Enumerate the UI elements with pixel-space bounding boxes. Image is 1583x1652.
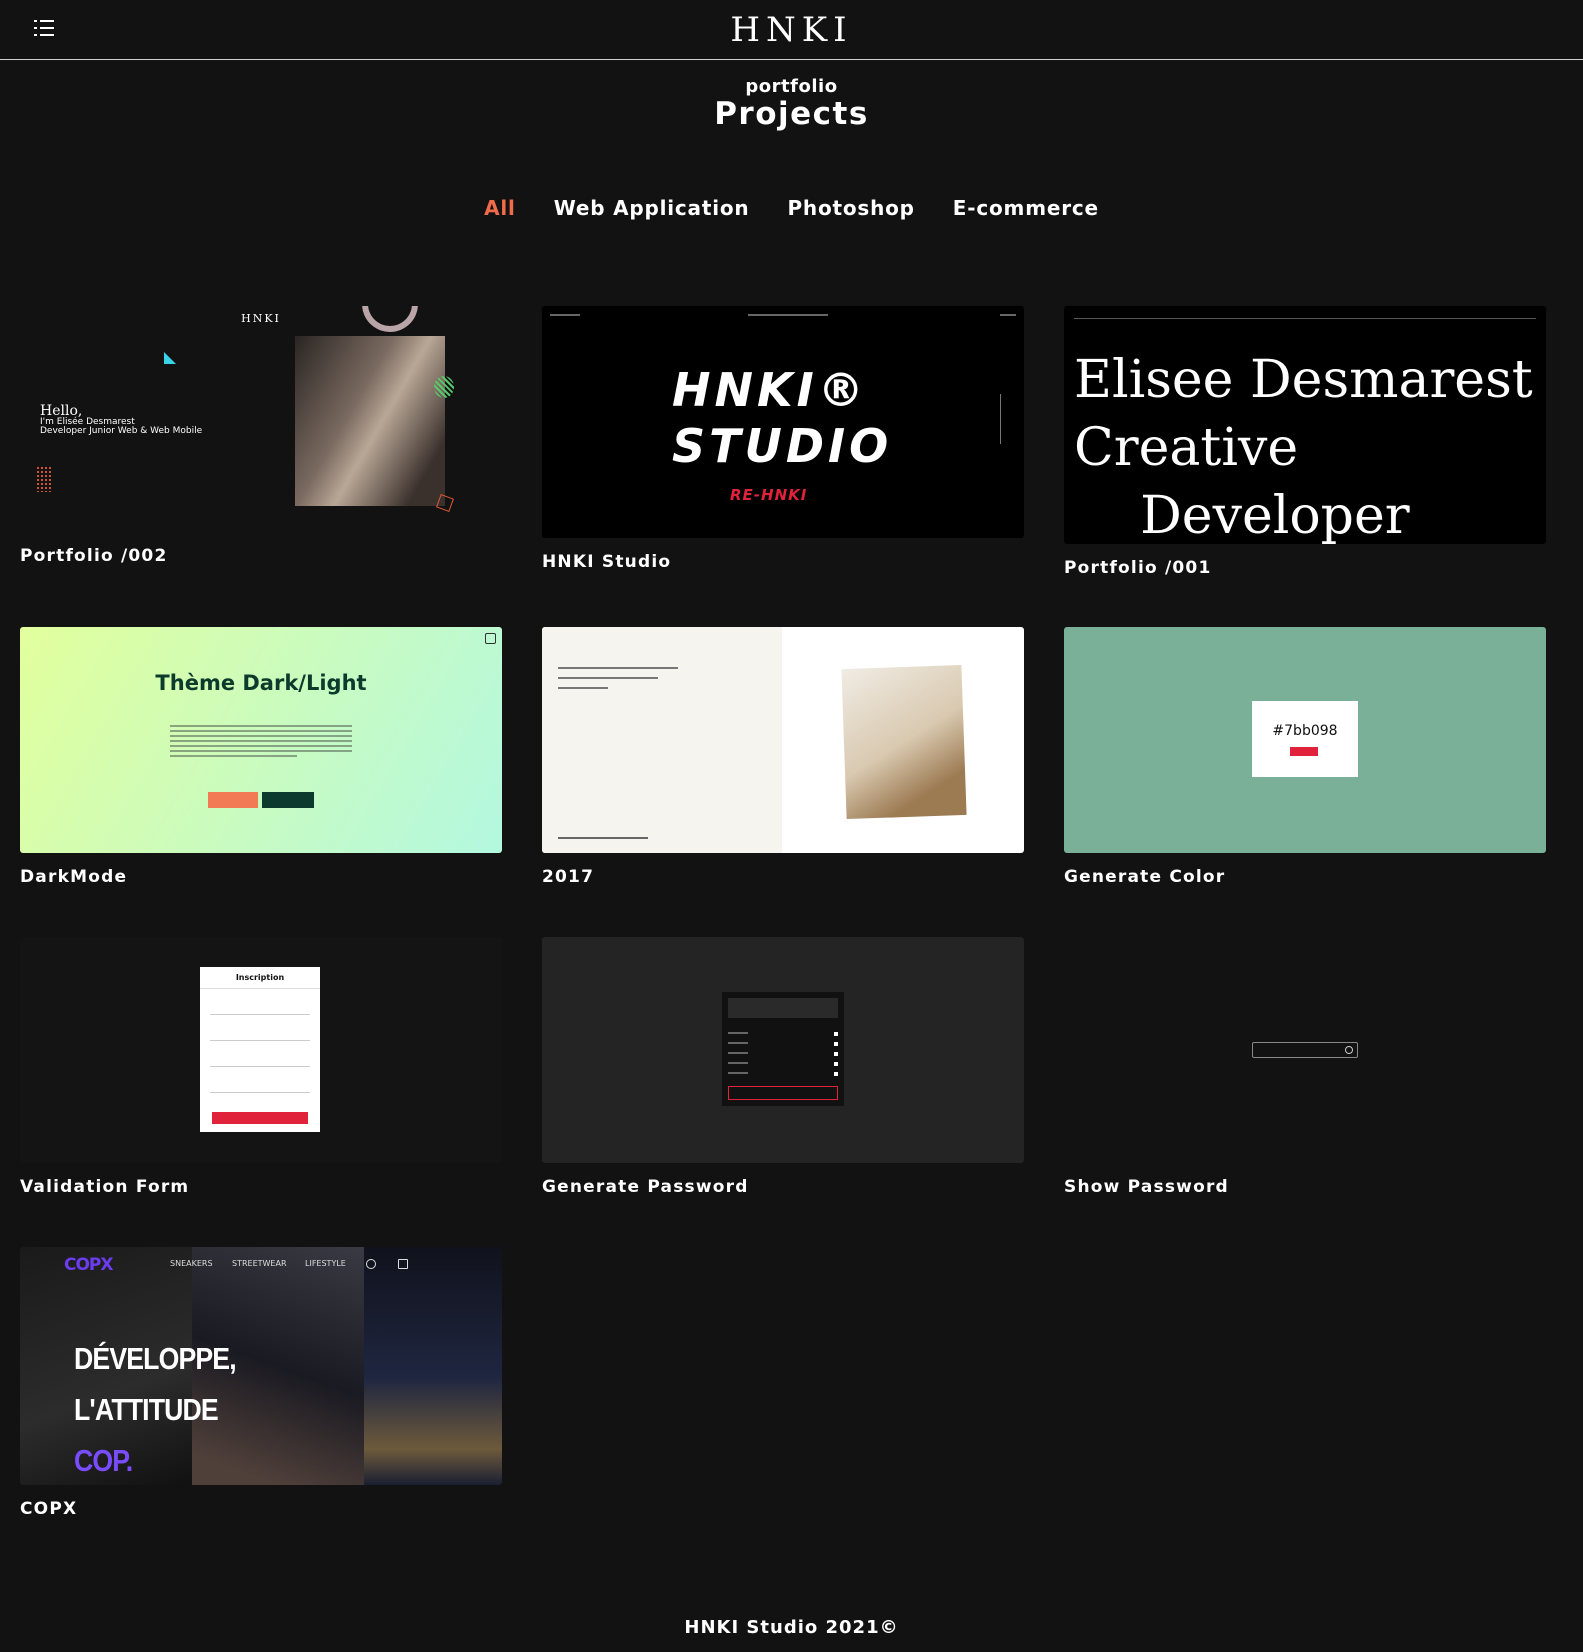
thumb-button [1290, 747, 1318, 756]
form-preview: Inscription [200, 967, 320, 1132]
square-shape [436, 494, 454, 512]
project-thumbnail[interactable] [1064, 937, 1546, 1163]
project-card-show-password[interactable]: Show Password [1064, 937, 1546, 1197]
copx-logo: COPX [64, 1255, 113, 1275]
project-title[interactable]: Generate Color [1064, 867, 1546, 887]
project-thumbnail[interactable] [542, 937, 1024, 1163]
thumb-text [558, 667, 688, 697]
filter-web-application[interactable]: Web Application [554, 196, 750, 220]
project-thumbnail[interactable]: Inscription [20, 937, 502, 1163]
thumb-hello: Hello, [40, 403, 83, 419]
project-thumbnail[interactable]: COPX SNEAKERS STREETWEAR LIFESTYLE DÉVEL… [20, 1247, 502, 1485]
nav-sneakers: SNEAKERS [170, 1259, 213, 1268]
thumb-button-secondary [262, 792, 314, 808]
striped-circle-shape [434, 376, 454, 398]
color-hex: #7bb098 [1272, 723, 1338, 739]
project-card-darkmode[interactable]: Thème Dark/Light DarkMode [20, 627, 502, 887]
project-thumbnail[interactable]: Thème Dark/Light [20, 627, 502, 853]
section-kicker: portfolio [745, 76, 838, 97]
project-card-portfolio-001[interactable]: Elisee Desmarest Creative Developer Port… [1064, 306, 1546, 578]
thumb-line1: DÉVELOPPE, [74, 1341, 237, 1376]
thumb-line2: Developer Junior Web & Web Mobile [40, 426, 203, 436]
project-title[interactable]: Portfolio /002 [20, 546, 502, 566]
footer-text: HNKI Studio 2021© [684, 1617, 899, 1638]
thumb-line1: HNKI® [672, 363, 868, 417]
filter-tabs: All Web Application Photoshop E-commerce [0, 196, 1583, 220]
project-thumbnail[interactable]: #7bb098 [1064, 627, 1546, 853]
user-icon [366, 1259, 376, 1269]
divider [1000, 394, 1001, 444]
thumb-heading: Thème Dark/Light [155, 671, 367, 695]
project-card-2017[interactable]: 2017 [542, 627, 1024, 887]
thumb-headline: DÉVELOPPE, L'ATTITUDE COP. [74, 1333, 237, 1485]
nav-streetwear: STREETWEAR [232, 1259, 287, 1268]
password-panel [722, 992, 844, 1106]
thumb-line2: L'ATTITUDE [74, 1392, 219, 1427]
project-title[interactable]: HNKI Studio [542, 552, 1024, 572]
project-title[interactable]: 2017 [542, 867, 1024, 887]
triangle-shape [164, 352, 176, 364]
toggle-icon [485, 633, 496, 644]
project-thumbnail[interactable]: HNKI® STUDIO RE-HNKI [542, 306, 1024, 538]
statue-image [295, 336, 445, 506]
divider [1074, 318, 1536, 319]
thumb-button-primary [208, 792, 258, 808]
project-thumbnail[interactable] [542, 627, 1024, 853]
thumb-logo: HNKI [241, 312, 281, 325]
project-card-validation-form[interactable]: Inscription Validation Form [20, 937, 502, 1197]
project-title[interactable]: Show Password [1064, 1177, 1546, 1197]
project-title[interactable]: Validation Form [20, 1177, 502, 1197]
nav-lifestyle: LIFESTYLE [305, 1259, 346, 1268]
generate-button [728, 1086, 838, 1100]
site-logo[interactable]: HNKI [0, 10, 1583, 50]
project-card-hnki-studio[interactable]: HNKI® STUDIO RE-HNKI HNKI Studio [542, 306, 1024, 572]
project-card-copx[interactable]: COPX SNEAKERS STREETWEAR LIFESTYLE DÉVEL… [20, 1247, 502, 1519]
section-heading: portfolio Projects [0, 76, 1583, 131]
project-card-generate-password[interactable]: Generate Password [542, 937, 1024, 1197]
color-card: #7bb098 [1252, 701, 1358, 777]
page-title: Projects [714, 96, 869, 132]
password-input-preview [1252, 1042, 1358, 1058]
project-card-portfolio-002[interactable]: HNKI Hello, I'm Elisée Desmarest Develop… [20, 306, 502, 566]
filter-e-commerce[interactable]: E-commerce [953, 196, 1099, 220]
project-title[interactable]: Generate Password [542, 1177, 1024, 1197]
thumb-paragraph [170, 725, 352, 760]
project-thumbnail[interactable]: HNKI Hello, I'm Elisée Desmarest Develop… [20, 306, 502, 532]
planner-photo [841, 664, 967, 820]
thumb-line3: COP. [74, 1443, 133, 1478]
footer: HNKI Studio 2021© [0, 1617, 1583, 1638]
thumb-tag: RE-HNKI [730, 486, 808, 504]
thumb-intro: Hello, I'm Elisée Desmarest Developer Ju… [40, 404, 202, 436]
dot-grid-shape [36, 466, 52, 492]
project-title[interactable]: COPX [20, 1499, 502, 1519]
eye-icon [1345, 1046, 1353, 1054]
project-thumbnail[interactable]: Elisee Desmarest Creative Developer [1064, 306, 1546, 544]
cart-icon [398, 1259, 408, 1269]
project-card-generate-color[interactable]: #7bb098 Generate Color [1064, 627, 1546, 887]
sneaker-photo-3 [364, 1247, 502, 1485]
project-title[interactable]: DarkMode [20, 867, 502, 887]
thumb-headline: HNKI® STUDIO [672, 362, 892, 474]
form-heading: Inscription [200, 967, 320, 989]
filter-all[interactable]: All [484, 196, 516, 220]
thumb-headline: Elisee Desmarest Creative Developer [1074, 350, 1533, 544]
ring-shape [362, 306, 418, 332]
project-title[interactable]: Portfolio /001 [1064, 558, 1546, 578]
submit-button [212, 1112, 308, 1124]
top-bar: HNKI [0, 0, 1583, 60]
thumb-line2: STUDIO [672, 419, 893, 473]
thumb-left-panel [542, 627, 782, 853]
filter-photoshop[interactable]: Photoshop [787, 196, 914, 220]
